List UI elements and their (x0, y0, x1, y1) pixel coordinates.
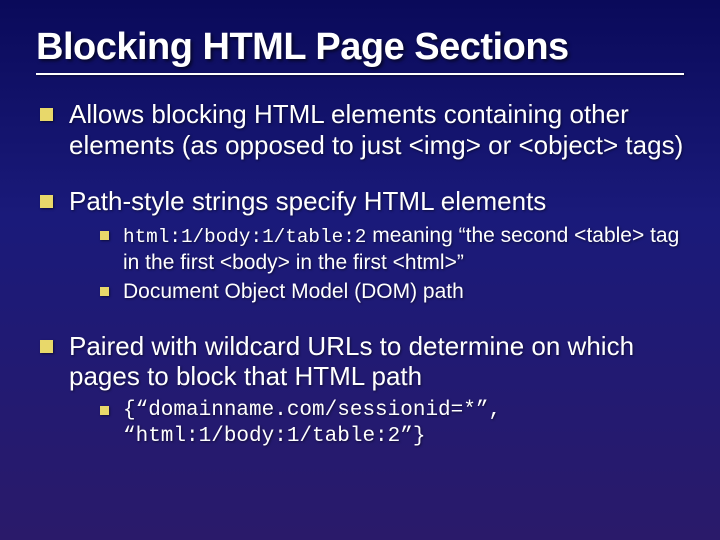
bullet-text: Allows blocking HTML elements containing… (69, 99, 684, 160)
code-span: html:1/body:1/table:2 (123, 226, 366, 248)
square-bullet-icon (40, 108, 53, 121)
square-bullet-icon (40, 340, 53, 353)
bullet-item: Allows blocking HTML elements containing… (40, 99, 684, 160)
sub-bullet-text: html:1/body:1/table:2 meaning “the secon… (123, 223, 684, 275)
sub-bullet-text: {“domainname.com/sessionid=*”, “html:1/b… (123, 398, 684, 449)
square-bullet-icon (100, 231, 109, 240)
slide: Blocking HTML Page Sections Allows block… (0, 0, 720, 540)
sub-bullet-group: {“domainname.com/sessionid=*”, “html:1/b… (100, 398, 684, 449)
bullet-item: Path-style strings specify HTML elements (40, 186, 684, 217)
sub-bullet-text: Document Object Model (DOM) path (123, 279, 464, 305)
slide-title: Blocking HTML Page Sections (36, 26, 684, 69)
sub-bullet-group: html:1/body:1/table:2 meaning “the secon… (100, 223, 684, 305)
bullet-text: Path-style strings specify HTML elements (69, 186, 546, 217)
bullet-text: Paired with wildcard URLs to determine o… (69, 331, 684, 392)
sub-bullet-item: html:1/body:1/table:2 meaning “the secon… (100, 223, 684, 275)
sub-bullet-item: Document Object Model (DOM) path (100, 279, 684, 305)
title-underline (36, 73, 684, 75)
square-bullet-icon (100, 287, 109, 296)
slide-body: Allows blocking HTML elements containing… (36, 99, 684, 449)
sub-bullet-item: {“domainname.com/sessionid=*”, “html:1/b… (100, 398, 684, 449)
square-bullet-icon (40, 195, 53, 208)
square-bullet-icon (100, 406, 109, 415)
bullet-item: Paired with wildcard URLs to determine o… (40, 331, 684, 392)
